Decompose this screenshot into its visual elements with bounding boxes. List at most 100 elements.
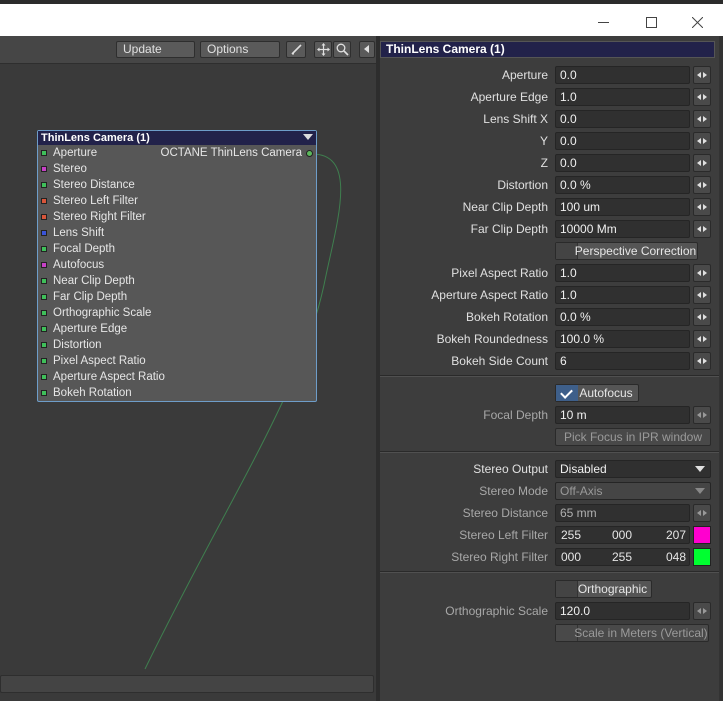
pixel-aspect-field[interactable]: 1.0: [555, 264, 690, 282]
input-port-icon[interactable]: [41, 150, 47, 156]
node-input-row[interactable]: Stereo Left Filter: [38, 193, 316, 209]
pen-icon[interactable]: [286, 41, 306, 58]
input-port-icon[interactable]: [41, 230, 47, 236]
node-input-row[interactable]: Pixel Aspect Ratio: [38, 353, 316, 369]
lens-shift-x-field[interactable]: 0.0: [555, 110, 690, 128]
lens-shift-z-field[interactable]: 0.0: [555, 154, 690, 172]
section-divider: [380, 571, 723, 573]
lens-shift-y-spinner[interactable]: [693, 132, 711, 150]
stereo-right-filter-label: Stereo Right Filter: [451, 550, 548, 564]
bokeh-side-count-field[interactable]: 6: [555, 352, 690, 370]
lens-shift-y-field[interactable]: 0.0: [555, 132, 690, 150]
zoom-icon[interactable]: [333, 41, 351, 58]
stereo-right-b[interactable]: 048: [666, 549, 686, 565]
node-input-row[interactable]: Stereo: [38, 161, 316, 177]
maximize-icon[interactable]: [628, 8, 674, 36]
options-button[interactable]: Options: [200, 41, 280, 58]
input-port-icon[interactable]: [41, 390, 47, 396]
stereo-left-r[interactable]: 255: [561, 527, 581, 543]
stereo-left-filter-label: Stereo Left Filter: [459, 528, 548, 542]
scale-meters-toggle[interactable]: Scale in Meters (Vertical): [555, 624, 709, 642]
node-input-row[interactable]: Stereo Distance: [38, 177, 316, 193]
bokeh-roundedness-field[interactable]: 100.0 %: [555, 330, 690, 348]
node-collapse-icon[interactable]: [303, 134, 313, 140]
ortho-scale-field[interactable]: 120.0: [555, 602, 690, 620]
pick-focus-button[interactable]: Pick Focus in IPR window: [555, 428, 711, 446]
stereo-left-b[interactable]: 207: [666, 527, 686, 543]
aperture-edge-spinner[interactable]: [693, 88, 711, 106]
node-input-row[interactable]: Aperture Aspect Ratio: [38, 369, 316, 385]
stereo-right-g[interactable]: 255: [612, 549, 632, 565]
input-port-icon[interactable]: [41, 294, 47, 300]
aperture-field[interactable]: 0.0: [555, 66, 690, 84]
close-icon[interactable]: [674, 8, 720, 36]
stereo-distance-field[interactable]: 65 mm: [555, 504, 690, 522]
orthographic-toggle[interactable]: Orthographic: [555, 580, 652, 598]
aperture-aspect-spinner[interactable]: [693, 286, 711, 304]
stereo-mode-select[interactable]: Off-Axis: [555, 482, 711, 500]
node-input-row[interactable]: Aperture OCTANE ThinLens Camera: [38, 145, 316, 161]
stereo-left-color-swatch[interactable]: [693, 526, 711, 544]
stereo-output-select[interactable]: Disabled: [555, 460, 711, 478]
node-input-row[interactable]: Distortion: [38, 337, 316, 353]
input-port-icon[interactable]: [41, 310, 47, 316]
node-input-row[interactable]: Autofocus: [38, 257, 316, 273]
input-port-icon[interactable]: [41, 326, 47, 332]
input-port-icon[interactable]: [41, 214, 47, 220]
node-title[interactable]: ThinLens Camera (1): [38, 131, 316, 145]
far-clip-spinner[interactable]: [693, 220, 711, 238]
autofocus-toggle[interactable]: Autofocus: [555, 384, 639, 402]
input-port-icon[interactable]: [41, 166, 47, 172]
lens-shift-x-spinner[interactable]: [693, 110, 711, 128]
input-port-icon[interactable]: [41, 374, 47, 380]
focal-depth-spinner[interactable]: [693, 406, 711, 424]
input-port-icon[interactable]: [41, 278, 47, 284]
ortho-scale-spinner[interactable]: [693, 602, 711, 620]
focal-depth-field[interactable]: 10 m: [555, 406, 690, 424]
input-port-icon[interactable]: [41, 246, 47, 252]
output-port-icon[interactable]: [306, 150, 313, 157]
lens-shift-z-spinner[interactable]: [693, 154, 711, 172]
distortion-spinner[interactable]: [693, 176, 711, 194]
node-input-row[interactable]: Focal Depth: [38, 241, 316, 257]
bokeh-side-count-spinner[interactable]: [693, 352, 711, 370]
input-port-icon[interactable]: [41, 342, 47, 348]
stereo-right-color-swatch[interactable]: [693, 548, 711, 566]
input-port-icon[interactable]: [41, 198, 47, 204]
bokeh-rotation-field[interactable]: 0.0 %: [555, 308, 690, 326]
stereo-right-filter-field[interactable]: 000 255 048: [555, 548, 690, 566]
move-icon[interactable]: [314, 41, 332, 58]
node-title-text: ThinLens Camera (1): [41, 132, 150, 144]
node-input-row[interactable]: Stereo Right Filter: [38, 209, 316, 225]
thinlens-camera-node[interactable]: ThinLens Camera (1) Aperture OCTANE ThinL…: [37, 130, 317, 402]
node-input-row[interactable]: Far Clip Depth: [38, 289, 316, 305]
near-clip-field[interactable]: 100 um: [555, 198, 690, 216]
aperture-spinner[interactable]: [693, 66, 711, 84]
stereo-left-filter-field[interactable]: 255 000 207: [555, 526, 690, 544]
input-port-icon[interactable]: [41, 182, 47, 188]
node-input-row[interactable]: Lens Shift: [38, 225, 316, 241]
stereo-right-r[interactable]: 000: [561, 549, 581, 565]
stereo-left-g[interactable]: 000: [612, 527, 632, 543]
input-port-icon[interactable]: [41, 358, 47, 364]
input-port-icon[interactable]: [41, 262, 47, 268]
aperture-aspect-field[interactable]: 1.0: [555, 286, 690, 304]
aperture-edge-field[interactable]: 1.0: [555, 88, 690, 106]
node-input-row[interactable]: Aperture Edge: [38, 321, 316, 337]
distortion-field[interactable]: 0.0 %: [555, 176, 690, 194]
node-input-row[interactable]: Orthographic Scale: [38, 305, 316, 321]
update-button[interactable]: Update: [116, 41, 195, 58]
bokeh-roundedness-spinner[interactable]: [693, 330, 711, 348]
bokeh-rotation-spinner[interactable]: [693, 308, 711, 326]
section-divider: [380, 375, 723, 377]
near-clip-spinner[interactable]: [693, 198, 711, 216]
pixel-aspect-spinner[interactable]: [693, 264, 711, 282]
panel-scrollbar[interactable]: [719, 36, 723, 701]
node-input-row[interactable]: Bokeh Rotation: [38, 385, 316, 401]
minimize-icon[interactable]: [580, 8, 626, 36]
perspective-correction-toggle[interactable]: Perspective Correction: [555, 242, 698, 260]
stereo-distance-spinner[interactable]: [693, 504, 711, 522]
collapse-panel-button[interactable]: [359, 41, 375, 58]
far-clip-field[interactable]: 10000 Mm: [555, 220, 690, 238]
node-input-row[interactable]: Near Clip Depth: [38, 273, 316, 289]
